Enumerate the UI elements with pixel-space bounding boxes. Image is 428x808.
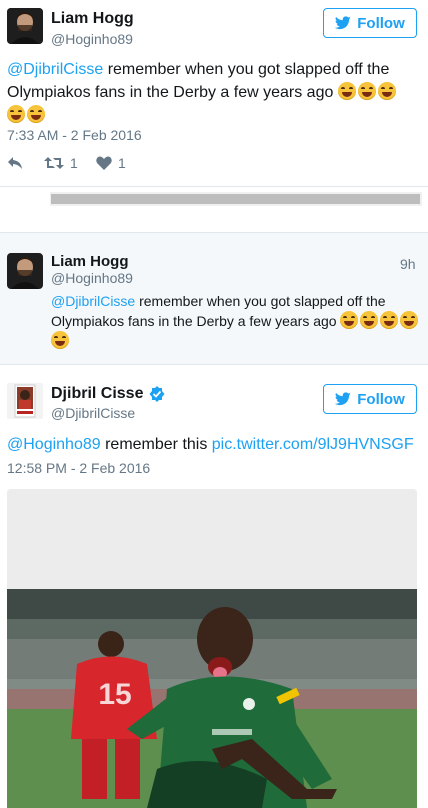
twitter-bird-icon (335, 16, 351, 30)
quoted-author-name[interactable]: Liam Hogg (51, 253, 129, 270)
divider (0, 186, 428, 187)
laughing-emoji-icon (400, 311, 419, 329)
laughing-emoji-icon (340, 311, 359, 329)
mention-link[interactable]: @DjibrilCisse (51, 293, 135, 309)
reply-icon (8, 157, 22, 169)
mention-link[interactable]: @Hoginho89 (7, 436, 101, 453)
tweet-timestamp[interactable]: 12:58 PM - 2 Feb 2016 (7, 460, 150, 476)
heart-icon (96, 156, 112, 170)
jersey-number: 15 (98, 678, 131, 711)
quoted-author-handle[interactable]: @Hoginho89 (51, 270, 133, 286)
like-action[interactable]: 1 (96, 155, 126, 171)
follow-button[interactable]: Follow (323, 384, 417, 414)
retweet-action[interactable]: 1 (44, 155, 78, 171)
scrollbar-thumb[interactable] (51, 194, 420, 204)
horizontal-scrollbar[interactable] (50, 192, 422, 206)
avatar-liam-hogg[interactable] (7, 253, 43, 289)
laughing-emoji-icon (27, 105, 45, 123)
author-name[interactable]: Liam Hogg (51, 10, 134, 28)
laughing-emoji-icon (377, 82, 396, 100)
laughing-emoji-icon (360, 311, 379, 329)
retweet-count: 1 (70, 155, 78, 171)
tweet-timestamp[interactable]: 7:33 AM - 2 Feb 2016 (7, 127, 142, 143)
avatar-liam-hogg[interactable] (7, 8, 43, 44)
tweet-text: @DjibrilCisse remember when you got slap… (7, 58, 417, 127)
quoted-time[interactable]: 9h (400, 256, 416, 272)
tweet-text: @Hoginho89 remember this pic.twitter.com… (7, 433, 422, 456)
avatar-djibril-cisse[interactable] (7, 383, 43, 419)
author-handle[interactable]: @Hoginho89 (51, 31, 133, 47)
tweet-body: remember this (100, 436, 212, 453)
divider (0, 364, 428, 365)
mention-link[interactable]: @DjibrilCisse (7, 61, 103, 78)
laughing-emoji-icon (380, 311, 399, 329)
laughing-emoji-icon (337, 82, 356, 100)
author-name[interactable]: Djibril Cisse (51, 385, 143, 403)
like-count: 1 (118, 155, 126, 171)
twitter-bird-icon (335, 392, 351, 406)
photo-image: 15 (7, 489, 417, 808)
retweet-icon (44, 157, 64, 169)
pic-link[interactable]: pic.twitter.com/9lJ9HVNSGF (212, 436, 414, 453)
follow-button[interactable]: Follow (323, 8, 417, 38)
reply-action[interactable] (7, 156, 25, 172)
laughing-emoji-icon (7, 105, 25, 123)
laughing-emoji-icon (357, 82, 376, 100)
author-handle[interactable]: @DjibrilCisse (51, 405, 135, 421)
follow-button-label: Follow (357, 14, 405, 32)
verified-badge-icon (149, 386, 165, 402)
laughing-emoji-icon (51, 331, 69, 349)
tweet-photo[interactable]: 15 (7, 489, 417, 808)
follow-button-label: Follow (357, 390, 405, 408)
quoted-text: @DjibrilCisse remember when you got slap… (51, 291, 423, 351)
